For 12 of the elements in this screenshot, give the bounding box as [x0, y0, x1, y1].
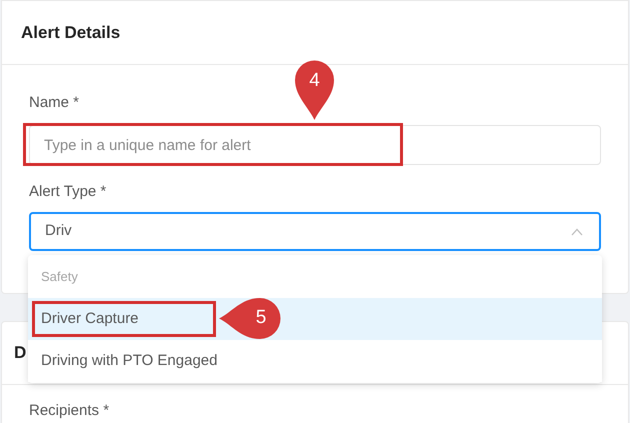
card-title: Alert Details: [21, 22, 120, 44]
step-marker: 4: [295, 58, 334, 120]
step-marker: 5: [219, 298, 281, 339]
alert-type-select[interactable]: Driv: [29, 212, 601, 251]
group-header: Safety: [41, 268, 78, 286]
field-label: Name *: [29, 94, 80, 112]
card-title: D: [14, 342, 26, 364]
name-input[interactable]: Type in a unique name for alert: [29, 125, 601, 165]
chevron-up-icon: [571, 228, 583, 236]
field-label: Alert Type *: [29, 183, 106, 201]
dropdown-option[interactable]: Driving with PTO Engaged: [28, 340, 602, 382]
field-label: Recipients *: [29, 402, 110, 420]
